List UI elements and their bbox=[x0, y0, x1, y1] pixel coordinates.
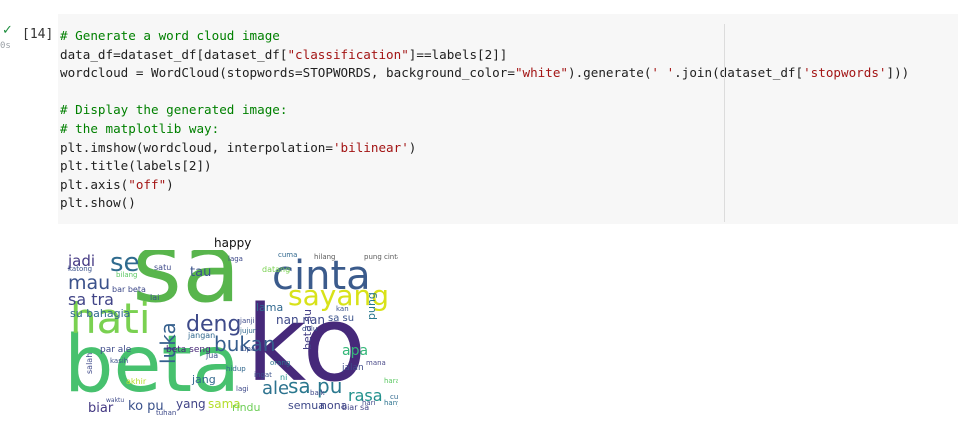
cell-output: happy sa ko beta cinta hati sayang deng bukan ma… bbox=[0, 230, 960, 441]
editor-ruler bbox=[724, 24, 725, 222]
wordcloud-word: rindu bbox=[232, 401, 261, 414]
code-token: plt.imshow(wordcloud, interpolation= bbox=[60, 139, 333, 155]
code-line: plt.title(labels[2]) bbox=[60, 158, 212, 173]
code-comment: # the matplotlib way: bbox=[60, 120, 220, 136]
code-string: "off" bbox=[128, 176, 167, 192]
wordcloud-word: beta seng bbox=[166, 345, 211, 355]
plot-title: happy bbox=[214, 236, 252, 250]
wordcloud-word: su bahagia bbox=[70, 307, 131, 320]
wordcloud-word: kan bbox=[336, 305, 349, 313]
execution-count[interactable]: [14] bbox=[22, 27, 53, 42]
wordcloud-word: par ale bbox=[100, 345, 132, 355]
wordcloud-word: orang bbox=[270, 359, 291, 367]
code-line: wordcloud = WordCloud(stopwords=STOPWORD… bbox=[60, 65, 909, 80]
code-string: 'stopwords' bbox=[803, 65, 887, 81]
check-icon: ✓ bbox=[2, 23, 13, 38]
code-token: .join(dataset_df[ bbox=[674, 65, 804, 81]
code-token: ) bbox=[166, 176, 174, 192]
wordcloud-word: lai bbox=[150, 293, 160, 302]
code-token: ) bbox=[408, 139, 417, 155]
wordcloud-word: sa su bbox=[328, 313, 355, 324]
code-line: # Generate a word cloud image bbox=[60, 28, 280, 43]
wordcloud-word: hilang bbox=[314, 253, 336, 261]
code-comment: # Display the generated image: bbox=[60, 102, 288, 118]
wordcloud-word: jangan bbox=[188, 331, 216, 340]
wordcloud-word: katong bbox=[68, 265, 93, 273]
wordcloud-word: lagi bbox=[236, 385, 249, 393]
wordcloud-word: baik bbox=[310, 389, 325, 397]
wordcloud-word: sa tra bbox=[68, 290, 114, 309]
wordcloud-word: tuhan bbox=[156, 409, 177, 417]
code-token: ])) bbox=[886, 65, 910, 81]
code-line: # Display the generated image: bbox=[60, 102, 287, 117]
wordcloud-word: janji bbox=[240, 317, 255, 325]
wordcloud-word: jalan bbox=[342, 363, 364, 373]
code-token: ).generate( bbox=[568, 65, 652, 81]
code-line: plt.imshow(wordcloud, interpolation='bil… bbox=[60, 140, 416, 155]
wordcloud-word: ni bbox=[280, 373, 288, 382]
wordcloud-word: hanya bbox=[384, 399, 398, 407]
code-cell[interactable]: ✓ 0s [14] # Generate a word cloud image … bbox=[0, 14, 960, 224]
wordcloud-word: tau bbox=[190, 265, 212, 280]
wordcloud-word: laga bbox=[228, 255, 243, 263]
wordcloud-image: sa ko beta cinta hati sayang deng bukan mau sa tr… bbox=[66, 250, 398, 418]
code-string: ' ' bbox=[651, 65, 675, 81]
wordcloud-word: biar sa bbox=[342, 403, 370, 412]
wordcloud-word: datang bbox=[262, 265, 291, 274]
wordcloud-word: jua bbox=[206, 351, 219, 360]
code-line: # the matplotlib way: bbox=[60, 121, 219, 136]
code-token: ]==labels[2]] bbox=[408, 46, 508, 62]
code-line: plt.show() bbox=[60, 195, 136, 210]
wordcloud-word: ingat bbox=[254, 371, 272, 379]
code-token: plt.title(labels[2]) bbox=[60, 158, 212, 174]
wordcloud-word: akhir bbox=[126, 377, 147, 386]
wordcloud-word: lama bbox=[256, 301, 284, 314]
wordcloud-word: kasih bbox=[110, 357, 129, 365]
wordcloud-word: harap bbox=[384, 377, 398, 385]
wordcloud-word: apa bbox=[342, 343, 369, 359]
code-token: wordcloud = WordCloud(stopwords=STOPWORD… bbox=[60, 65, 515, 81]
wordcloud-word: yang bbox=[176, 397, 206, 411]
wordcloud-word: pung cinta bbox=[364, 253, 398, 261]
wordcloud-word: ale bbox=[262, 378, 290, 399]
wordcloud-word: pung bbox=[365, 292, 378, 320]
code-text[interactable]: # Generate a word cloud image data_df=da… bbox=[60, 27, 909, 213]
wordcloud-word: satu bbox=[154, 263, 172, 272]
cell-gutter: ✓ 0s [14] bbox=[0, 14, 58, 224]
wordcloud-word: jang bbox=[192, 373, 216, 386]
code-line: plt.axis("off") bbox=[60, 177, 174, 192]
wordcloud-word: salah bbox=[85, 352, 94, 374]
code-string: 'bilinear' bbox=[332, 139, 409, 155]
code-string: "white" bbox=[514, 65, 569, 81]
wordcloud-word: jujur bbox=[240, 327, 256, 335]
wordcloud-word: bar beta bbox=[112, 285, 146, 294]
code-comment: # Generate a word cloud image bbox=[60, 28, 280, 43]
code-editor[interactable]: # Generate a word cloud image data_df=da… bbox=[58, 14, 958, 224]
wordcloud-word: lupa bbox=[240, 345, 256, 353]
wordcloud-word: hidup bbox=[226, 365, 246, 373]
wordcloud-word: mana bbox=[366, 359, 386, 367]
run-time: 0s bbox=[0, 41, 11, 51]
wordcloud-word: luka bbox=[156, 322, 180, 364]
wordcloud-word: waktu bbox=[106, 397, 125, 404]
code-line: data_df=dataset_df[dataset_df["classific… bbox=[60, 47, 507, 62]
wordcloud-word: dulu bbox=[302, 325, 318, 333]
code-string: "classification" bbox=[287, 46, 409, 62]
wordcloud-word: cuma bbox=[278, 251, 298, 259]
code-token: plt.axis( bbox=[60, 176, 129, 192]
code-token: plt.show() bbox=[60, 195, 136, 211]
code-token: data_df=dataset_df[dataset_df[ bbox=[60, 46, 288, 62]
wordcloud-word: bilang bbox=[116, 271, 138, 279]
